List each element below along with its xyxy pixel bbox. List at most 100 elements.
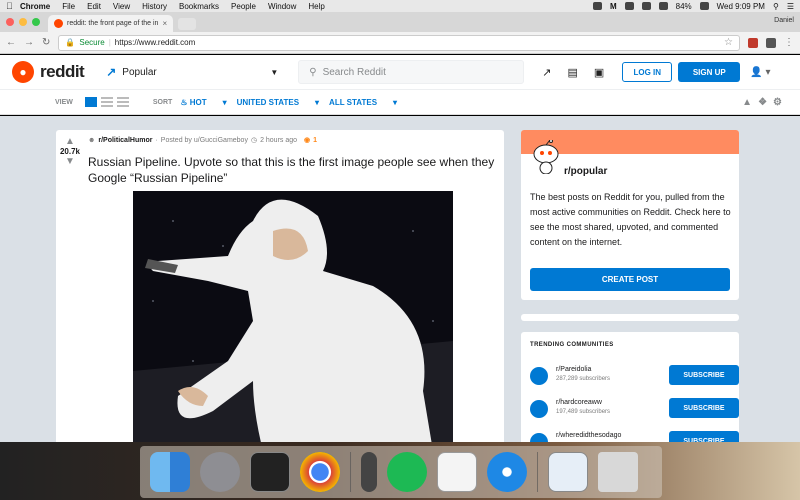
- region-dropdown[interactable]: UNITED STATES: [237, 98, 299, 107]
- url-text: https://www.reddit.com: [114, 38, 196, 47]
- reload-icon[interactable]: ↻: [42, 37, 50, 48]
- chrome-menu-icon[interactable]: ⋮: [784, 37, 794, 48]
- subreddit-avatar-icon[interactable]: ☻: [88, 137, 95, 144]
- menu-edit[interactable]: Edit: [87, 2, 101, 11]
- menu-clock[interactable]: Wed 9:09 PM: [717, 2, 765, 11]
- settings-icon[interactable]: ⚙: [773, 97, 782, 108]
- close-window-button[interactable]: [6, 18, 14, 26]
- desktop-background: [0, 442, 800, 500]
- states-dropdown[interactable]: ALL STATES: [329, 98, 377, 107]
- menu-chrome[interactable]: Chrome: [20, 2, 50, 11]
- dropbox-icon[interactable]: [592, 2, 602, 10]
- battery-icon[interactable]: [699, 2, 709, 10]
- caret-icon: ▾: [393, 97, 398, 107]
- subscribe-button[interactable]: SUBSCRIBE: [669, 398, 739, 418]
- chrome-icon[interactable]: [300, 452, 340, 492]
- textedit-icon[interactable]: [437, 452, 477, 492]
- post-image[interactable]: [133, 191, 453, 442]
- feed-label: Popular: [122, 66, 157, 78]
- bluetooth-icon[interactable]: [624, 2, 634, 10]
- user-menu-icon[interactable]: 👤 ▾: [750, 67, 770, 78]
- spotify-icon[interactable]: [387, 452, 427, 492]
- trash-icon[interactable]: [598, 452, 638, 492]
- classic-view-icon[interactable]: [100, 97, 113, 107]
- popular-icon[interactable]: ↗: [542, 66, 551, 79]
- original-content-icon[interactable]: ▣: [594, 66, 604, 79]
- launchpad-icon[interactable]: [200, 452, 240, 492]
- window-controls: [6, 18, 40, 26]
- compact-view-icon[interactable]: [116, 97, 129, 107]
- subscriber-count: 197,489 subscribers: [556, 409, 611, 415]
- spotlight-icon[interactable]: ⚲: [773, 2, 779, 11]
- apple-menu-icon[interactable]: : [6, 1, 20, 11]
- extension-icon[interactable]: [748, 37, 758, 48]
- community-icon: [530, 367, 548, 385]
- post-time[interactable]: 2 hours ago: [260, 137, 297, 144]
- post-card[interactable]: ▲ 20.7k ▼ ☻ r/PoliticalHumor · Posted by…: [56, 130, 504, 442]
- back-icon[interactable]: ←: [6, 37, 16, 48]
- finder-icon[interactable]: [150, 452, 190, 492]
- downvote-icon[interactable]: ▼: [56, 156, 84, 167]
- terminal-icon[interactable]: [250, 452, 290, 492]
- safari-icon[interactable]: [487, 452, 527, 492]
- profile-name[interactable]: Daniel: [774, 17, 794, 24]
- close-tab-icon[interactable]: ×: [162, 19, 167, 28]
- extension-icon[interactable]: [766, 37, 776, 48]
- phone-icon[interactable]: [361, 452, 377, 492]
- menu-history[interactable]: History: [142, 2, 167, 11]
- clock-icon: ◷: [250, 137, 258, 144]
- subscribe-button[interactable]: SUBSCRIBE: [669, 365, 739, 385]
- menu-bookmarks[interactable]: Bookmarks: [179, 2, 219, 11]
- gift-icon[interactable]: ❖: [758, 97, 767, 108]
- browser-tab[interactable]: reddit: the front page of the in ×: [48, 15, 173, 32]
- bookmark-star-icon[interactable]: ☆: [724, 37, 733, 48]
- volume-icon[interactable]: [658, 2, 668, 10]
- gold-count: 1: [313, 136, 318, 144]
- upvote-icon[interactable]: ▲: [56, 136, 84, 147]
- malwarebytes-icon[interactable]: M: [610, 2, 617, 11]
- reddit-favicon-icon: [54, 19, 63, 28]
- reddit-logo-icon[interactable]: ●: [12, 61, 34, 83]
- caret-icon: ▾: [315, 97, 320, 107]
- menu-people[interactable]: People: [231, 2, 256, 11]
- feed-dropdown[interactable]: ↗ Popular ▼: [106, 65, 278, 79]
- preview-icon[interactable]: [548, 452, 588, 492]
- chevron-down-icon: ▼: [270, 67, 279, 77]
- community-name[interactable]: r/Pareidolia: [556, 366, 591, 373]
- menu-window[interactable]: Window: [268, 2, 296, 11]
- menu-view[interactable]: View: [113, 2, 130, 11]
- menu-file[interactable]: File: [62, 2, 75, 11]
- wifi-icon[interactable]: [641, 2, 651, 10]
- main-content: ▲ 20.7k ▼ ☻ r/PoliticalHumor · Posted by…: [0, 116, 800, 442]
- menu-help[interactable]: Help: [308, 2, 324, 11]
- sort-hot-dropdown[interactable]: ♨ HOT: [180, 98, 206, 107]
- all-icon[interactable]: ▤: [567, 66, 577, 79]
- address-bar[interactable]: 🔒 Secure | https://www.reddit.com ☆: [58, 34, 740, 51]
- login-button[interactable]: LOG IN: [622, 62, 673, 82]
- notification-center-icon[interactable]: ☰: [787, 2, 794, 11]
- post-author[interactable]: Posted by u/GucciGameboy: [161, 137, 248, 144]
- community-name[interactable]: r/wheredidthesodago: [556, 432, 621, 439]
- reddit-wordmark[interactable]: reddit: [40, 62, 85, 82]
- subreddit-link[interactable]: r/PoliticalHumor: [98, 137, 152, 144]
- battery-percent[interactable]: 84%: [676, 2, 692, 11]
- subscribe-button[interactable]: SUBSCRIBE: [669, 431, 739, 442]
- browser-toolbar: ← → ↻ 🔒 Secure | https://www.reddit.com …: [0, 32, 800, 54]
- search-placeholder: Search Reddit: [322, 66, 386, 78]
- forward-icon[interactable]: →: [24, 37, 34, 48]
- zoom-window-button[interactable]: [32, 18, 40, 26]
- post-title[interactable]: Russian Pipeline. Upvote so that this is…: [88, 154, 498, 186]
- new-tab-button[interactable]: [178, 18, 196, 30]
- search-icon: ⚲: [309, 66, 317, 78]
- community-name[interactable]: r/hardcoreaww: [556, 399, 602, 406]
- community-row[interactable]: r/wheredidthesodago SUBSCRIBE: [530, 430, 739, 442]
- community-row[interactable]: r/Pareidolia 287,289 subscribers SUBSCRI…: [530, 364, 739, 388]
- community-row[interactable]: r/hardcoreaww 197,489 subscribers SUBSCR…: [530, 397, 739, 421]
- signup-button[interactable]: SIGN UP: [678, 62, 741, 82]
- scroll-top-icon[interactable]: ▲: [742, 97, 752, 108]
- minimize-window-button[interactable]: [19, 18, 27, 26]
- search-input[interactable]: ⚲ Search Reddit: [298, 60, 525, 84]
- card-view-icon[interactable]: [84, 97, 97, 107]
- create-post-button[interactable]: CREATE POST: [530, 268, 730, 291]
- community-info-card: r/popular The best posts on Reddit for y…: [521, 130, 739, 300]
